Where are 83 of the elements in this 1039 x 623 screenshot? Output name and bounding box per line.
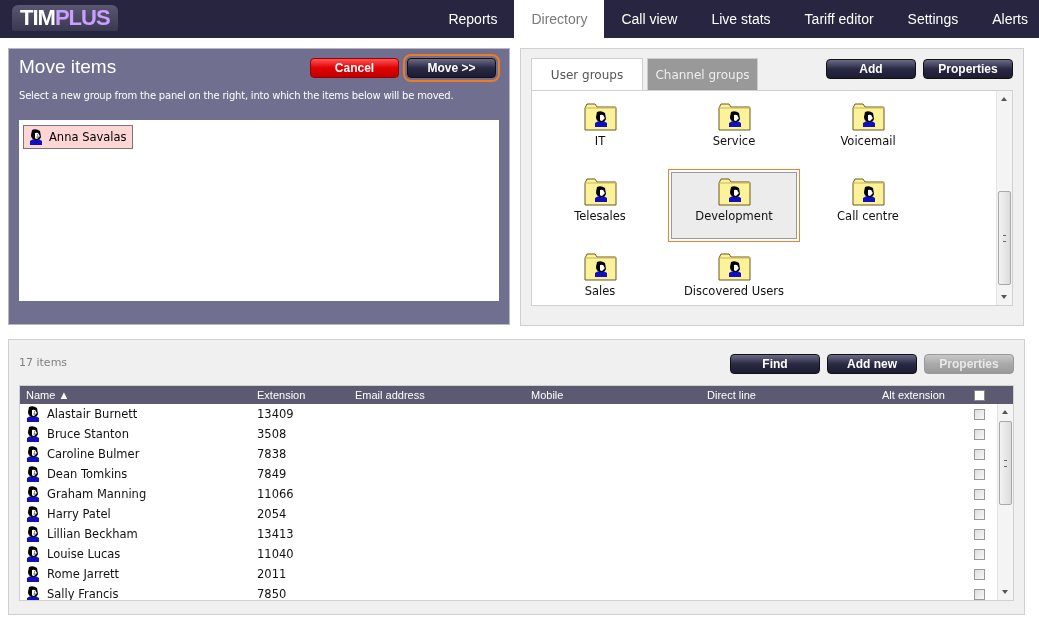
column-header[interactable]: Direct line [707, 389, 882, 401]
instruction-text: Select a new group from the panel on the right, into which the items below will be moved. [19, 90, 455, 101]
item-count: 17 items [19, 356, 68, 369]
folder-person-icon [717, 178, 751, 206]
scrollbar[interactable] [996, 91, 1012, 305]
person-icon [26, 506, 40, 522]
table-cell: Dean Tomkins [47, 467, 128, 481]
column-header[interactable]: Extension [257, 389, 355, 401]
person-icon [26, 566, 40, 582]
person-icon [26, 466, 40, 482]
person-icon [26, 486, 40, 502]
action-button[interactable]: Add [826, 59, 916, 79]
row-checkbox[interactable] [974, 508, 985, 520]
table-cell: Harry Patel [47, 507, 111, 521]
group-item[interactable]: Service [667, 95, 801, 170]
group-item[interactable]: Discovered Users [667, 245, 801, 320]
scrollbar[interactable] [997, 404, 1013, 600]
group-item[interactable]: Development [671, 172, 797, 239]
nav-tab[interactable]: Tariff editor [787, 0, 891, 38]
action-button[interactable]: Find [730, 354, 820, 374]
table-cell: Caroline Bulmer [47, 447, 140, 461]
app-logo: TIMPLUS [12, 5, 118, 31]
nav-tab[interactable]: Live stats [694, 0, 788, 38]
table-cell-text: 13409 [257, 407, 295, 421]
table-cell-text: 11066 [257, 487, 295, 501]
nav-tab[interactable]: Reports [431, 0, 515, 38]
table-cell: Louise Lucas [47, 547, 121, 561]
nav-tab[interactable]: Directory [514, 0, 605, 38]
person-icon [26, 426, 40, 442]
row-checkbox[interactable] [974, 448, 985, 460]
folder-person-icon [851, 178, 885, 206]
group-item[interactable]: Sales [533, 245, 667, 320]
table-cell: Lillian Beckham [47, 527, 138, 541]
folder-person-icon [583, 253, 617, 281]
table-cell-text: 2054 [257, 507, 288, 521]
table-cell: Sally Francis [47, 587, 119, 600]
table-cell-text: 3508 [257, 427, 288, 441]
column-header[interactable]: Name ▲ [26, 389, 257, 401]
nav-tab[interactable]: Settings [890, 0, 976, 38]
selected-item[interactable]: Anna Savalas [23, 125, 133, 149]
table-cell-text: 2011 [257, 567, 288, 581]
panel-title: Move items [19, 56, 117, 78]
person-icon [26, 526, 40, 542]
table-cell: Graham Manning [47, 487, 147, 501]
select-all-checkbox[interactable] [974, 389, 985, 401]
group-item[interactable]: Voicemail [801, 95, 935, 170]
folder-person-icon [851, 103, 885, 131]
table-cell-text: 11040 [257, 547, 295, 561]
action-button[interactable]: Cancel [310, 58, 399, 78]
row-checkbox[interactable] [974, 428, 985, 440]
row-checkbox[interactable] [974, 488, 985, 500]
table-cell: Rome Jarrett [47, 567, 119, 581]
person-icon [26, 446, 40, 462]
person-icon [26, 546, 40, 562]
folder-person-icon [717, 103, 751, 131]
table-cell-text: 7838 [257, 447, 288, 461]
table-cell: Alastair Burnett [47, 407, 138, 421]
row-checkbox[interactable] [974, 568, 985, 580]
column-header[interactable]: Alt extension [882, 389, 974, 401]
table-cell: Bruce Stanton [47, 427, 129, 441]
group-item[interactable]: Call centre [801, 170, 935, 245]
group-item[interactable]: IT [533, 95, 667, 170]
row-checkbox[interactable] [974, 408, 985, 420]
row-checkbox[interactable] [974, 548, 985, 560]
person-icon [26, 406, 40, 422]
person-icon [29, 129, 43, 145]
column-header[interactable]: Mobile [531, 389, 707, 401]
row-checkbox[interactable] [974, 468, 985, 480]
column-header[interactable]: Email address [355, 389, 531, 401]
group-item[interactable]: Telesales [533, 170, 667, 245]
table-cell-text: 7850 [257, 587, 288, 600]
action-button[interactable]: Properties [923, 59, 1013, 79]
table-cell-text: 7849 [257, 467, 288, 481]
row-checkbox[interactable] [974, 528, 985, 540]
nav-tab[interactable]: Alerts [975, 0, 1039, 38]
row-checkbox[interactable] [974, 588, 985, 600]
group-tab[interactable]: User groups [531, 58, 643, 90]
folder-person-icon [583, 178, 617, 206]
folder-person-icon [717, 253, 751, 281]
nav-tab[interactable]: Call view [604, 0, 695, 38]
folder-person-icon [583, 103, 617, 131]
action-button[interactable]: Add new [827, 354, 917, 374]
table-cell-text: 13413 [257, 527, 295, 541]
